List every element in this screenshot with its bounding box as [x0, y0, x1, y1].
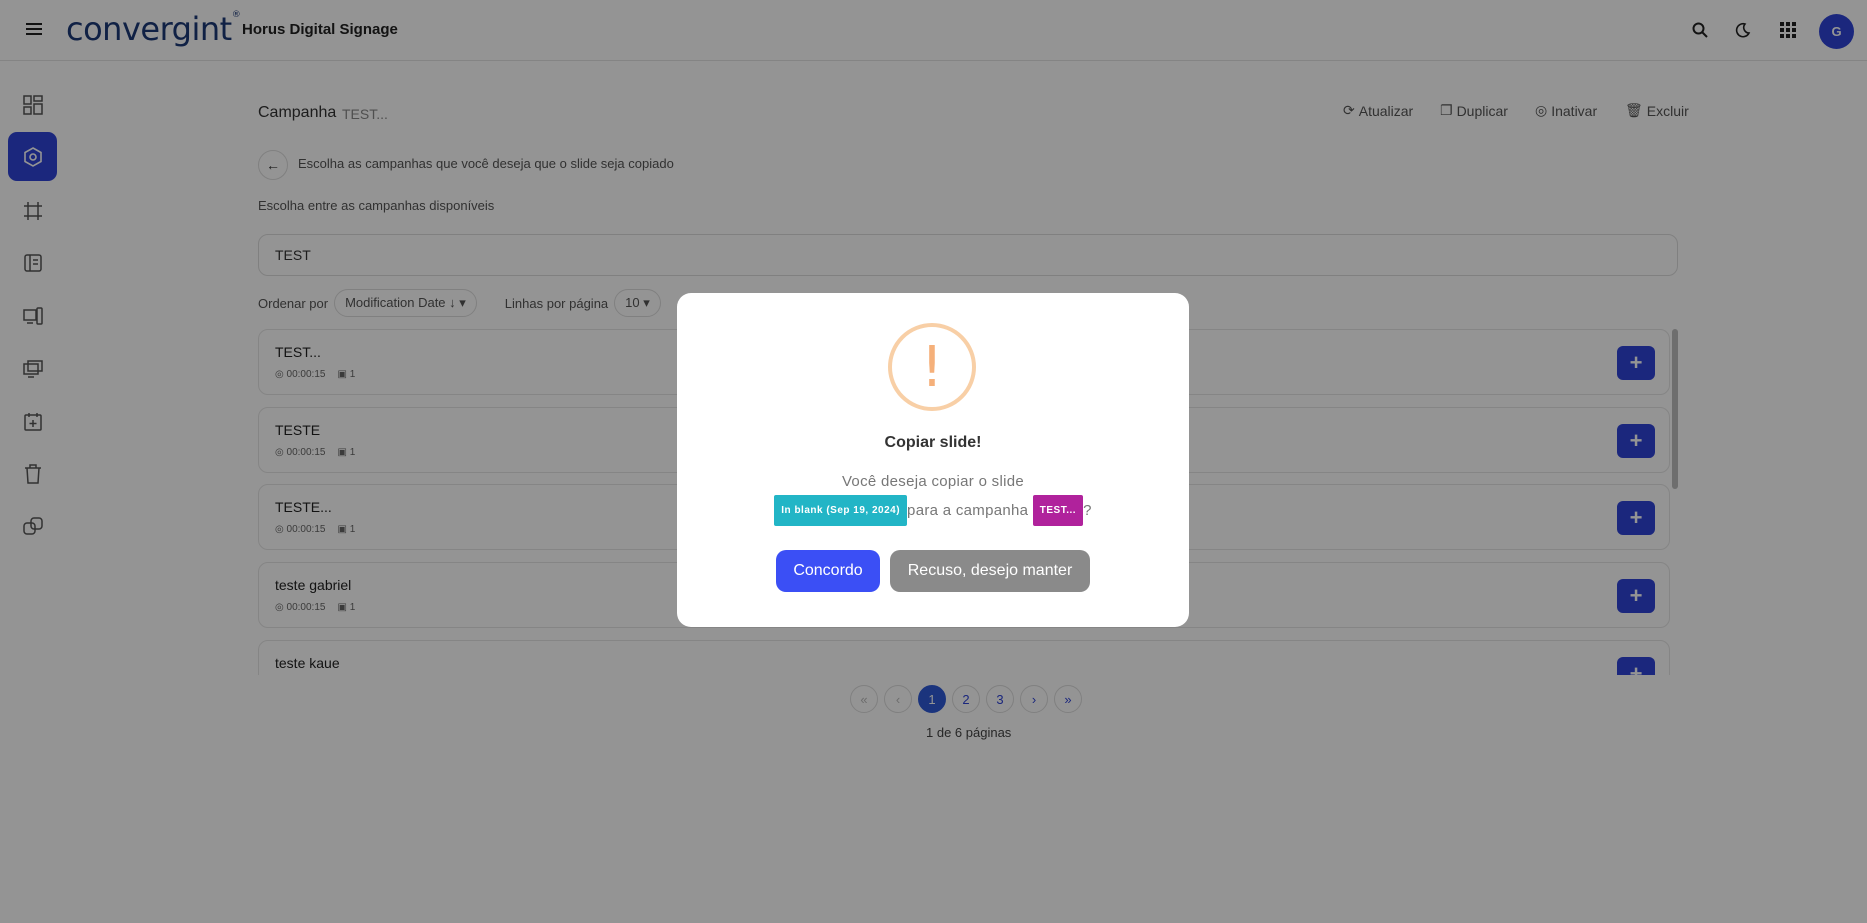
campaign-tag: TEST...: [1032, 495, 1084, 526]
confirm-button[interactable]: Concordo: [776, 550, 880, 592]
slide-tag: In blank (Sep 19, 2024): [774, 495, 908, 526]
warning-icon: !: [888, 323, 976, 411]
dialog-message: Você deseja copiar o slide In blank (Sep…: [677, 468, 1189, 526]
dialog-title: Copiar slide!: [884, 434, 982, 451]
cancel-button[interactable]: Recuso, desejo manter: [890, 550, 1090, 592]
confirm-dialog: ! Copiar slide! Você deseja copiar o sli…: [677, 293, 1189, 627]
